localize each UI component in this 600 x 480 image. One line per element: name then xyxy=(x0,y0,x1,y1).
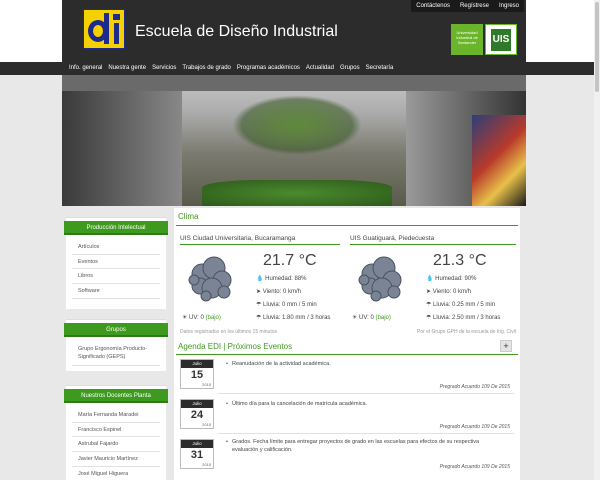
station-divider xyxy=(350,244,516,245)
sidebar-docentes-panel: Nuestros Docentes Planta María Fernanda … xyxy=(64,385,168,480)
sidebar-item-eventos[interactable]: Eventos xyxy=(72,255,160,270)
event-day: 24 xyxy=(190,409,204,421)
station-humidity: 💧 Humedad: 90% xyxy=(426,276,477,282)
station-temperature: 21.3 °C xyxy=(433,252,487,269)
uis-logo-text: UIS xyxy=(491,29,511,51)
event-separator xyxy=(218,433,514,434)
station-humidity-text: Humedad: 90% xyxy=(435,276,477,282)
station-humidity: 💧 Humedad: 88% xyxy=(256,276,307,282)
station-divider xyxy=(180,244,340,245)
event-year: 2015 xyxy=(202,382,211,387)
station-rain-total-text: Lluvia: 2.50 mm / 3 horas xyxy=(433,315,501,321)
nav-grupos[interactable]: Grupos xyxy=(337,62,363,75)
station-uv-level: (bajo) xyxy=(205,315,221,321)
login-link[interactable]: Ingreso xyxy=(494,0,524,12)
cloud-icon xyxy=(188,256,232,302)
sidebar-produccion-panel: Producción Intelectual Artículos Eventos… xyxy=(64,217,168,309)
station-wind: ➤ Viento: 0 km/h xyxy=(426,289,471,295)
station-rain-rate: ☂ Lluvia: 0.25 mm / 5 min xyxy=(426,302,496,308)
contact-link[interactable]: Contáctenos xyxy=(411,0,455,12)
station-name: UIS Ciudad Universitaria, Bucaramanga xyxy=(180,235,296,242)
sidebar-item-software[interactable]: Software xyxy=(72,284,160,299)
station-uv-text: UV: 0 xyxy=(359,315,374,321)
event-source: Pregrado Acuerdo 109 De 2015 xyxy=(439,384,510,390)
page-scrollbar[interactable] xyxy=(594,0,600,480)
station-rain-rate-text: Lluvia: 0 mm / 5 min xyxy=(263,302,317,308)
nav-info-general[interactable]: Info. general xyxy=(66,62,105,75)
event-date: Julio 24 2015 xyxy=(180,399,214,429)
nav-actualidad[interactable]: Actualidad xyxy=(303,62,337,75)
station-wind: ➤ Viento: 0 km/h xyxy=(256,289,301,295)
sidebar-docentes-title: Nuestros Docentes Planta xyxy=(64,389,168,403)
event-description[interactable]: Reanudación de la actividad académica. xyxy=(226,360,502,368)
edi-logo[interactable] xyxy=(83,9,125,49)
site-header: Contáctenos Regístrese Ingreso Escuela d… xyxy=(62,0,526,62)
sidebar-item-articulos[interactable]: Artículos xyxy=(72,240,160,255)
station-rain-total-text: Lluvia: 1.80 mm / 3 horas xyxy=(263,315,331,321)
main-nav: Info. general Nuestra gente Servicios Tr… xyxy=(0,62,600,75)
agenda-title[interactable]: Agenda EDI | Próximos Eventos xyxy=(178,342,292,351)
agenda-divider xyxy=(176,354,518,355)
nav-programas-academicos[interactable]: Programas académicos xyxy=(234,62,303,75)
site-title[interactable]: Escuela de Diseño Industrial xyxy=(135,23,338,41)
nav-secretaria[interactable]: Secretaría xyxy=(363,62,397,75)
sidebar-item-docente[interactable]: José Miguel Higuera xyxy=(72,467,160,480)
nav-servicios[interactable]: Servicios xyxy=(149,62,179,75)
hero-banner-image xyxy=(62,75,526,206)
nav-nuestra-gente[interactable]: Nuestra gente xyxy=(105,62,149,75)
scrollbar-thumb[interactable] xyxy=(595,2,599,92)
event-source: Pregrado Acuerdo 109 De 2015 xyxy=(439,424,510,430)
sidebar-grupos-title: Grupos xyxy=(64,323,168,337)
station-wind-text: Viento: 0 km/h xyxy=(262,289,301,295)
station-name: UIS Guatiguará, Piedecuesta xyxy=(350,235,435,242)
station-uv: ☀ UV: 0 (bajo) xyxy=(352,315,391,321)
event-source: Pregrado Acuerdo 109 De 2015 xyxy=(439,464,510,470)
uis-name-badge[interactable]: Universidad Industrial de Santander xyxy=(451,24,483,55)
add-event-button[interactable]: + xyxy=(500,340,512,352)
cloud-icon xyxy=(358,256,402,302)
top-links: Contáctenos Regístrese Ingreso xyxy=(411,0,524,12)
event-year: 2015 xyxy=(202,422,211,427)
event-date: Julio 31 2015 xyxy=(180,439,214,469)
event-description[interactable]: Grados. Fecha límite para entregar proye… xyxy=(226,438,502,454)
sidebar-item-docente[interactable]: Francisco Espinel xyxy=(72,423,160,438)
event-date: Julio 15 2015 xyxy=(180,359,214,389)
clima-credit: Por el Grupo GPH de la escuela de Ing. C… xyxy=(417,329,516,335)
clima-title: Clima xyxy=(178,212,199,221)
event-year: 2015 xyxy=(202,462,211,467)
sidebar-item-docente[interactable]: Astrubal Fajardo xyxy=(72,437,160,453)
station-rain-rate-text: Lluvia: 0.25 mm / 5 min xyxy=(433,302,496,308)
event-month: Julio xyxy=(181,440,213,448)
uis-logo[interactable]: UIS xyxy=(485,24,517,55)
event-month: Julio xyxy=(181,360,213,368)
event-day: 31 xyxy=(190,449,204,461)
sidebar-item-docente[interactable]: Javier Mauricio Martínez xyxy=(72,452,160,467)
event-description[interactable]: Último día para la cancelación de matríc… xyxy=(226,400,502,408)
sidebar-grupos-panel: Grupos Grupo Ergonomía Producto-Signific… xyxy=(64,319,168,371)
station-temperature: 21.7 °C xyxy=(263,252,317,269)
sidebar-produccion-title: Producción Intelectual xyxy=(64,221,168,235)
event-day: 15 xyxy=(190,369,204,381)
sidebar-item-geps[interactable]: Grupo Ergonomía Producto-Significado (GE… xyxy=(72,342,160,366)
clima-divider xyxy=(176,225,518,226)
station-rain-rate: ☂ Lluvia: 0 mm / 5 min xyxy=(256,302,317,308)
clima-footnote: Datos registrados en los últimos 15 minu… xyxy=(180,329,277,335)
sidebar-item-libros[interactable]: Libros xyxy=(72,269,160,285)
clima-panel: Clima UIS Ciudad Universitaria, Bucarama… xyxy=(174,208,520,338)
register-link[interactable]: Regístrese xyxy=(455,0,494,12)
nav-trabajos-de-grado[interactable]: Trabajos de grado xyxy=(179,62,233,75)
agenda-panel: Agenda EDI | Próximos Eventos + Julio 15… xyxy=(174,338,520,480)
station-rain-total: ☂ Lluvia: 2.50 mm / 3 horas xyxy=(426,315,501,321)
event-month: Julio xyxy=(181,400,213,408)
sidebar-item-docente[interactable]: María Fernanda Maradei xyxy=(72,408,160,423)
station-uv-text: UV: 0 xyxy=(189,315,204,321)
event-separator xyxy=(218,393,514,394)
station-uv: ☀ UV: 0 (bajo) xyxy=(182,315,221,321)
station-humidity-text: Humedad: 88% xyxy=(265,276,307,282)
station-uv-level: (bajo) xyxy=(375,315,391,321)
station-wind-text: Viento: 0 km/h xyxy=(432,289,471,295)
station-rain-total: ☂ Lluvia: 1.80 mm / 3 horas xyxy=(256,315,331,321)
